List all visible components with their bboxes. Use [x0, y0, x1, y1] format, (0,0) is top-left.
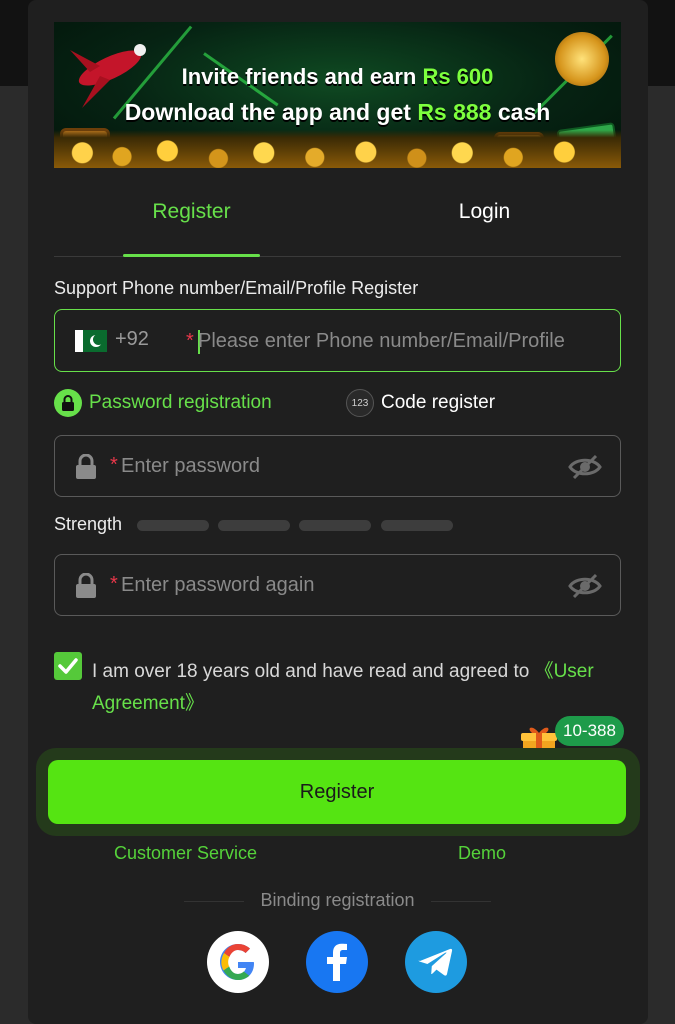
banner-line-2-amount: Rs 888	[417, 99, 492, 125]
confirm-password-input[interactable]	[121, 571, 541, 599]
password-field: *	[54, 435, 621, 497]
123-icon: 123	[346, 389, 374, 417]
facebook-login-button[interactable]	[306, 931, 368, 993]
divider	[430, 900, 491, 902]
confirm-password-field: *	[54, 554, 621, 616]
register-button[interactable]: Register	[36, 748, 640, 836]
telegram-icon	[418, 948, 453, 976]
tab-active-indicator	[123, 254, 260, 257]
lock-icon	[54, 389, 82, 417]
eye-off-icon[interactable]	[568, 454, 602, 480]
google-login-button[interactable]	[207, 931, 269, 993]
google-icon	[220, 944, 254, 980]
promo-banner[interactable]: Invite friends and earn Rs 600 Download …	[54, 22, 621, 168]
banner-line-1-text: Invite friends and earn	[181, 64, 423, 89]
strength-segment	[381, 520, 453, 531]
banner-line-2-suffix: cash	[491, 99, 551, 125]
required-mark: *	[186, 330, 194, 352]
promo-badge[interactable]: 10-388	[555, 716, 624, 746]
lock-icon	[76, 573, 96, 598]
agreement-text: I am over 18 years old and have read and…	[92, 656, 612, 720]
gold-coins-decoration	[54, 130, 621, 168]
agreement-statement: I am over 18 years old and have read and…	[92, 661, 535, 682]
pakistan-flag-icon[interactable]	[75, 330, 107, 352]
country-code[interactable]: +92	[115, 328, 149, 351]
tab-login[interactable]: Login	[416, 200, 553, 240]
strength-segment	[137, 520, 209, 531]
strength-segment	[299, 520, 371, 531]
account-field-label: Support Phone number/Email/Profile Regis…	[54, 278, 419, 298]
telegram-login-button[interactable]	[405, 931, 467, 993]
binding-registration: Binding registration	[0, 890, 675, 911]
banner-line-1-amount: Rs 600	[422, 64, 494, 89]
required-mark: *	[110, 573, 118, 595]
strength-segment	[218, 520, 290, 531]
banner-line-2: Download the app and get Rs 888 cash	[54, 99, 621, 126]
facebook-icon	[327, 943, 347, 981]
tab-register[interactable]: Register	[123, 200, 260, 240]
account-input[interactable]	[198, 327, 608, 355]
strength-label: Strength	[54, 514, 123, 534]
eye-off-icon[interactable]	[568, 573, 602, 599]
binding-registration-label: Binding registration	[260, 890, 415, 910]
checkmark-icon	[58, 658, 78, 674]
password-registration-option[interactable]: Password registration	[54, 388, 272, 418]
divider	[184, 900, 245, 902]
code-register-label: Code register	[381, 392, 496, 413]
demo-link[interactable]: Demo	[458, 843, 506, 864]
password-input[interactable]	[121, 452, 541, 480]
code-register-option[interactable]: 123 Code register	[346, 388, 495, 418]
register-button-label: Register	[48, 760, 626, 824]
account-field: +92 *	[54, 309, 621, 372]
password-registration-label: Password registration	[89, 392, 272, 413]
required-mark: *	[110, 454, 118, 476]
agreement-checkbox[interactable]	[54, 652, 82, 680]
banner-line-1: Invite friends and earn Rs 600	[54, 64, 621, 90]
banner-line-2-text: Download the app and get	[124, 99, 418, 125]
lock-icon	[76, 454, 96, 479]
customer-service-link[interactable]: Customer Service	[114, 843, 257, 864]
